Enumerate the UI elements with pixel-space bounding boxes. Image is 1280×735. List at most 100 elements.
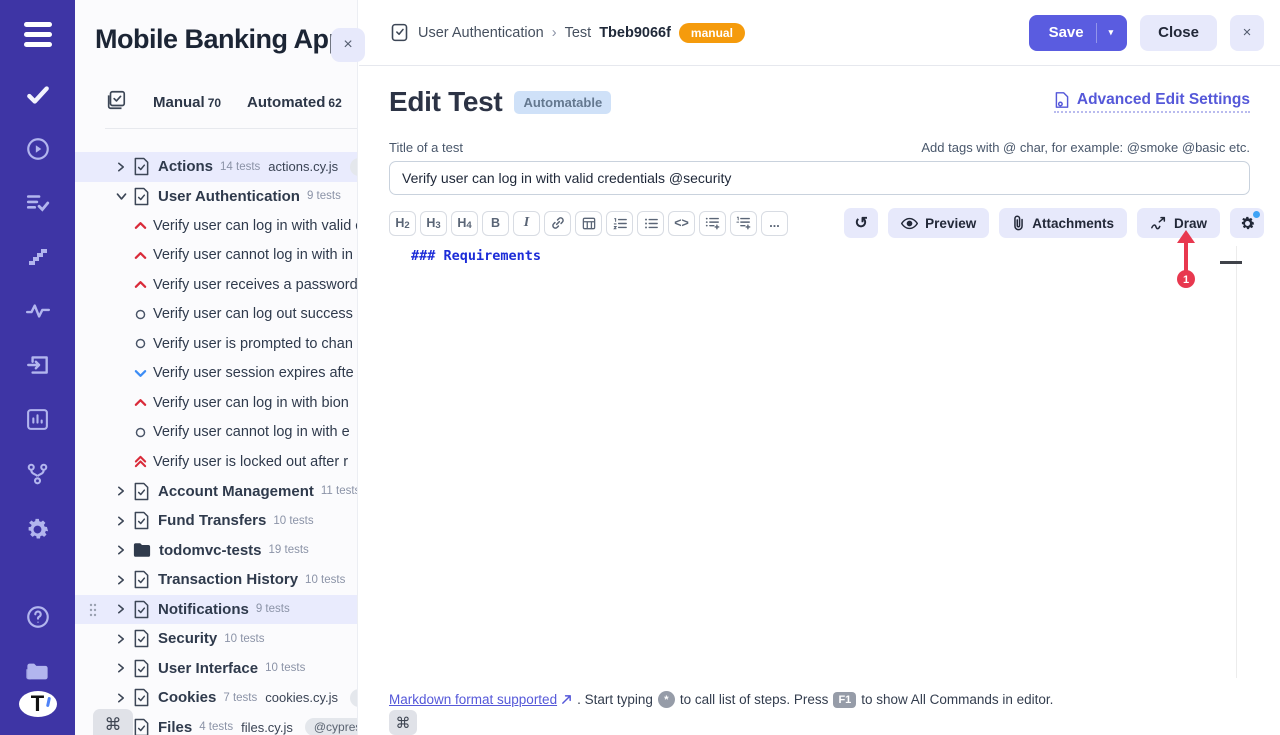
star-key: * bbox=[658, 691, 675, 708]
import-icon[interactable] bbox=[18, 345, 58, 385]
milestones-steps-icon[interactable] bbox=[18, 237, 58, 277]
priority-high-icon bbox=[133, 280, 148, 289]
tag-pill: @cypress bbox=[305, 718, 358, 735]
history-icon: ↺ bbox=[854, 213, 867, 233]
gear-icon bbox=[1239, 215, 1256, 232]
tree-test-item[interactable]: Verify user cannot log in with in bbox=[75, 241, 358, 271]
test-plans-icon[interactable] bbox=[18, 183, 58, 223]
suites-list-icon bbox=[105, 89, 127, 116]
app-logo[interactable]: T bbox=[19, 691, 57, 717]
format-code-button[interactable]: <> bbox=[668, 211, 695, 236]
advanced-edit-settings-link[interactable]: Advanced Edit Settings bbox=[1054, 91, 1250, 113]
format-link-button[interactable] bbox=[544, 211, 571, 236]
tree-suite-fund-transfers[interactable]: Fund Transfers10 tests bbox=[75, 506, 358, 536]
tree-suite-user-interface[interactable]: User Interface10 tests bbox=[75, 654, 358, 684]
priority-normal-icon bbox=[133, 427, 148, 438]
main-command-key-button[interactable]: ⌘ bbox=[389, 710, 417, 735]
help-icon[interactable] bbox=[18, 597, 58, 637]
tree-suite-user-authentication[interactable]: User Authentication9 tests bbox=[75, 182, 358, 212]
format-h3-button[interactable]: H3 bbox=[420, 211, 447, 236]
tree-test-item[interactable]: Verify user is locked out after r bbox=[75, 447, 358, 477]
tree-test-item[interactable]: Verify user session expires afte bbox=[75, 359, 358, 389]
file-check-icon bbox=[133, 659, 150, 678]
format-h2-button[interactable]: H2 bbox=[389, 211, 416, 236]
chevron-down-icon[interactable] bbox=[113, 190, 129, 203]
format-bold-button[interactable]: B bbox=[482, 211, 509, 236]
attachments-button[interactable]: Attachments bbox=[999, 208, 1127, 238]
breadcrumb-separator: › bbox=[552, 25, 557, 41]
editor-footer-hint: Markdown format supported . Start typing… bbox=[389, 691, 1264, 708]
tree-test-item[interactable]: Verify user is prompted to chan bbox=[75, 329, 358, 359]
preview-button[interactable]: Preview bbox=[888, 208, 989, 238]
history-button[interactable]: ↺ bbox=[844, 208, 878, 238]
priority-high-icon bbox=[133, 221, 148, 230]
chevron-right-icon[interactable] bbox=[113, 161, 129, 173]
collapse-panel-button[interactable]: × bbox=[331, 28, 365, 62]
format-h4-button[interactable]: H4 bbox=[451, 211, 478, 236]
format-bullet-list-button[interactable] bbox=[637, 211, 664, 236]
priority-high-icon bbox=[133, 398, 148, 407]
markdown-help-link[interactable]: Markdown format supported bbox=[389, 692, 572, 707]
chevron-right-icon[interactable] bbox=[113, 574, 129, 586]
drag-handle-icon[interactable] bbox=[89, 603, 99, 622]
close-button[interactable]: Close bbox=[1140, 15, 1217, 51]
format-bullet-list-add-button[interactable] bbox=[699, 211, 726, 236]
chevron-right-icon[interactable] bbox=[113, 485, 129, 497]
format-italic-button[interactable]: I bbox=[513, 211, 540, 236]
tree-test-item[interactable]: Verify user cannot log in with e bbox=[75, 418, 358, 448]
eye-icon bbox=[901, 217, 918, 230]
tag-pill: @c bbox=[350, 689, 358, 707]
editor-content[interactable]: ### Requirements bbox=[389, 240, 1264, 264]
test-header-bar: User Authentication › Test Tbeb9066f man… bbox=[359, 0, 1280, 66]
save-button[interactable]: Save ▾ bbox=[1029, 15, 1128, 51]
markdown-editor[interactable]: ### Requirements bbox=[389, 240, 1264, 680]
chevron-right-icon[interactable] bbox=[113, 692, 129, 704]
analytics-chart-icon[interactable] bbox=[18, 399, 58, 439]
tree-suite-transaction-history[interactable]: Transaction History10 tests bbox=[75, 565, 358, 595]
tree-suite-todomvc-tests[interactable]: todomvc-tests19 tests bbox=[75, 536, 358, 566]
pulse-activity-icon[interactable] bbox=[18, 291, 58, 331]
tree-test-item[interactable]: Verify user can log out success bbox=[75, 300, 358, 330]
format-ordered-list-button[interactable] bbox=[606, 211, 633, 236]
format-ordered-list-add-button[interactable] bbox=[730, 211, 757, 236]
save-dropdown-caret[interactable]: ▾ bbox=[1109, 27, 1114, 38]
priority-low-icon bbox=[133, 369, 148, 378]
format-more-button[interactable]: ... bbox=[761, 211, 788, 236]
test-title-input[interactable] bbox=[389, 161, 1250, 195]
tree-suite-account-management[interactable]: Account Management11 tests bbox=[75, 477, 358, 507]
projects-folder-icon[interactable] bbox=[18, 651, 58, 691]
format-table-button[interactable] bbox=[575, 211, 602, 236]
editor-resize-handle[interactable] bbox=[1220, 261, 1242, 264]
tab-manual[interactable]: Manual70 bbox=[153, 94, 221, 111]
tree-test-item[interactable]: Verify user can log in with valid creden… bbox=[75, 211, 358, 241]
priority-normal-icon bbox=[133, 309, 148, 320]
dismiss-button[interactable]: × bbox=[1230, 15, 1264, 51]
tree-suite-security[interactable]: Security10 tests bbox=[75, 624, 358, 654]
breadcrumb-parent[interactable]: User Authentication bbox=[418, 25, 544, 41]
tree-test-item[interactable]: Verify user receives a password bbox=[75, 270, 358, 300]
paperclip-icon bbox=[1012, 215, 1025, 231]
file-check-icon bbox=[133, 511, 150, 530]
chevron-right-icon[interactable] bbox=[113, 662, 129, 674]
tab-automated[interactable]: Automated62 bbox=[247, 94, 342, 111]
tests-check-icon[interactable] bbox=[18, 75, 58, 115]
runs-play-icon[interactable] bbox=[18, 129, 58, 169]
file-check-icon bbox=[133, 187, 150, 206]
settings-gear-icon[interactable] bbox=[18, 509, 58, 549]
tree-suite-notifications[interactable]: Notifications9 tests bbox=[75, 595, 358, 625]
tree-suite-actions[interactable]: Actions14 testsactions.cy.js@c bbox=[75, 152, 358, 182]
tree-test-item[interactable]: Verify user can log in with bion bbox=[75, 388, 358, 418]
breadcrumb: User Authentication › Test Tbeb9066f man… bbox=[389, 22, 745, 43]
chevron-right-icon[interactable] bbox=[113, 515, 129, 527]
chevron-right-icon[interactable] bbox=[113, 603, 129, 615]
menu-icon[interactable] bbox=[18, 22, 58, 47]
chevron-right-icon[interactable] bbox=[113, 633, 129, 645]
branch-icon[interactable] bbox=[18, 453, 58, 493]
doc-settings-icon bbox=[1054, 91, 1070, 109]
chevron-right-icon[interactable] bbox=[113, 544, 129, 556]
f1-key: F1 bbox=[833, 692, 856, 708]
tags-hint: Add tags with @ char, for example: @smok… bbox=[921, 140, 1250, 155]
editor-settings-button[interactable] bbox=[1230, 208, 1264, 238]
draw-button[interactable]: Draw bbox=[1137, 208, 1220, 238]
panel-command-key-button[interactable]: ⌘ bbox=[93, 709, 133, 735]
